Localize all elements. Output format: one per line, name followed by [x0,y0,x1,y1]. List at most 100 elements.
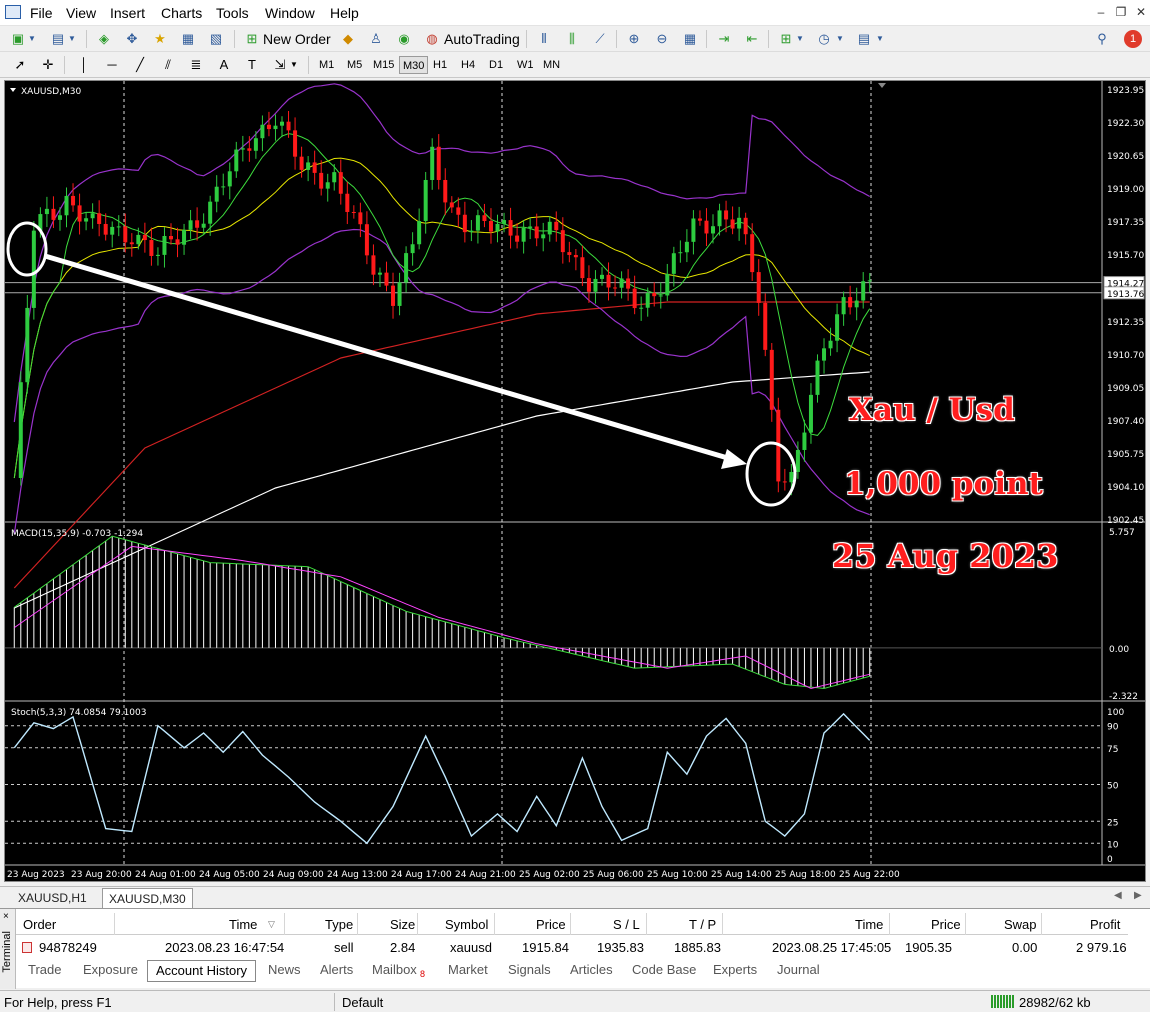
chevron-down-icon[interactable]: ▼ [834,29,846,49]
chevron-down-icon[interactable]: ▼ [26,29,38,49]
line-chart-icon[interactable]: ⟋ [590,29,610,49]
timeframe-d1[interactable]: D1 [486,56,506,74]
app-icon[interactable] [5,5,21,19]
zoom-out-icon[interactable]: ⊖ [652,29,672,49]
menu-tools[interactable]: Tools [216,5,249,21]
trendline-icon[interactable]: ╱ [130,55,150,75]
tab-signals[interactable]: Signals [508,962,551,977]
cursor-icon[interactable]: ➚ [10,55,30,75]
market-icon[interactable]: ◉ [394,29,414,49]
timeframe-m30[interactable]: M30 [399,56,429,74]
candle-body [462,214,467,233]
col-swap[interactable]: Swap [1004,917,1037,932]
text-label-icon[interactable]: T [242,55,262,75]
chart-tab-xauusd-m30[interactable]: XAUUSD,M30 [102,888,193,908]
col-sl[interactable]: S / L [613,917,640,932]
tab-news[interactable]: News [268,962,301,977]
autotrading-button[interactable]: AutoTrading [444,31,520,47]
channel-icon[interactable]: ⫽ [158,55,178,75]
col-close-price[interactable]: Price [931,917,961,932]
periods-icon[interactable]: ◷ [814,29,834,49]
terminal-icon[interactable]: ▦ [178,29,198,49]
data-window-icon[interactable]: ✥ [122,29,142,49]
tab-trade[interactable]: Trade [28,962,61,977]
search-icon[interactable]: ⚲ [1092,29,1112,49]
col-time[interactable]: Time [229,917,257,932]
arrows-icon[interactable]: ⇲ [270,55,290,75]
timeframe-h4[interactable]: H4 [458,56,478,74]
autoscroll-icon[interactable]: ⇥ [714,29,734,49]
tab-mailbox[interactable]: Mailbox [372,962,417,977]
timeframe-m15[interactable]: M15 [370,56,397,74]
zoom-in-icon[interactable]: ⊕ [624,29,644,49]
new-order-icon[interactable]: ⊞ [242,29,262,49]
timeframe-mn[interactable]: MN [540,56,563,74]
horizontal-line-icon[interactable]: ─ [102,55,122,75]
chart-shift-icon[interactable]: ⇤ [742,29,762,49]
navigator-icon[interactable]: ★ [150,29,170,49]
indicators-icon[interactable]: ⊞ [776,29,796,49]
minimize-icon[interactable]: – [1093,4,1109,20]
col-symbol[interactable]: Symbol [445,917,488,932]
chevron-down-icon[interactable]: ▼ [288,55,300,75]
col-profit[interactable]: Profit [1090,917,1120,932]
menu-help[interactable]: Help [330,5,359,21]
timeframe-m5[interactable]: M5 [344,56,365,74]
scroll-right-icon[interactable]: ▶ [1134,890,1142,901]
candle-body [84,218,89,222]
tab-journal[interactable]: Journal [777,962,820,977]
close-icon[interactable]: ✕ [1133,4,1149,20]
timeframe-m1[interactable]: M1 [316,56,337,74]
market-watch-icon[interactable]: ◈ [94,29,114,49]
bar-chart-icon[interactable]: ⫴ [534,29,554,49]
col-tp[interactable]: T / P [689,917,716,932]
notification-badge[interactable]: 1 [1124,30,1142,48]
tab-market[interactable]: Market [448,962,488,977]
scroll-left-icon[interactable]: ◀ [1114,890,1122,901]
menu-charts[interactable]: Charts [161,5,202,21]
autotrading-icon[interactable]: ◍ [422,29,442,49]
col-price[interactable]: Price [536,917,566,932]
price-label: 1915.70 [1107,251,1144,261]
annotation-points: 1,000 point [844,466,1043,502]
table-row[interactable]: 94878249 2023.08.23 16:47:54 sell 2.84 x… [16,936,1128,958]
metaeditor-icon[interactable]: ◆ [338,29,358,49]
timeframe-w1[interactable]: W1 [514,56,537,74]
restore-icon[interactable]: ❐ [1113,4,1129,20]
signals-icon[interactable]: ♙ [366,29,386,49]
new-order-button[interactable]: New Order [263,31,331,47]
menu-insert[interactable]: Insert [110,5,145,21]
menu-file[interactable]: File [30,5,53,21]
col-size[interactable]: Size [390,917,415,932]
tab-experts[interactable]: Experts [713,962,757,977]
profiles-icon[interactable]: ▤ [48,29,68,49]
col-type[interactable]: Type [325,917,353,932]
vertical-line-icon[interactable]: │ [74,55,94,75]
chart-tab-xauusd-h1[interactable]: XAUUSD,H1 [12,888,93,908]
fibonacci-icon[interactable]: ≣ [186,55,206,75]
tile-windows-icon[interactable]: ▦ [680,29,700,49]
menu-view[interactable]: View [66,5,96,21]
templates-icon[interactable]: ▤ [854,29,874,49]
chevron-down-icon[interactable]: ▼ [794,29,806,49]
close-icon[interactable]: × [3,911,9,922]
chevron-down-icon[interactable]: ▼ [874,29,886,49]
tab-account-history[interactable]: Account History [147,960,257,982]
crosshair-icon[interactable]: ✛ [38,55,58,75]
chevron-down-icon[interactable]: ▼ [66,29,78,49]
candle-body [188,220,193,230]
tab-alerts[interactable]: Alerts [320,962,353,977]
candlestick-icon[interactable]: ⫼ [562,29,582,49]
tab-articles[interactable]: Articles [570,962,613,977]
col-close-time[interactable]: Time [855,917,883,932]
timeframe-h1[interactable]: H1 [430,56,450,74]
terminal-sidebar[interactable]: × Terminal [0,909,16,989]
tab-exposure[interactable]: Exposure [83,962,138,977]
text-icon[interactable]: A [214,55,234,75]
line-studies-toolbar: ➚ ✛ │ ─ ╱ ⫽ ≣ A T ⇲ ▼ M1 M5 M15 M30 H1 H… [0,52,1150,78]
strategy-tester-icon[interactable]: ▧ [206,29,226,49]
col-order[interactable]: Order [23,917,56,932]
tab-code-base[interactable]: Code Base [632,962,696,977]
new-chart-icon[interactable]: ▣ [8,29,28,49]
menu-window[interactable]: Window [265,5,315,21]
